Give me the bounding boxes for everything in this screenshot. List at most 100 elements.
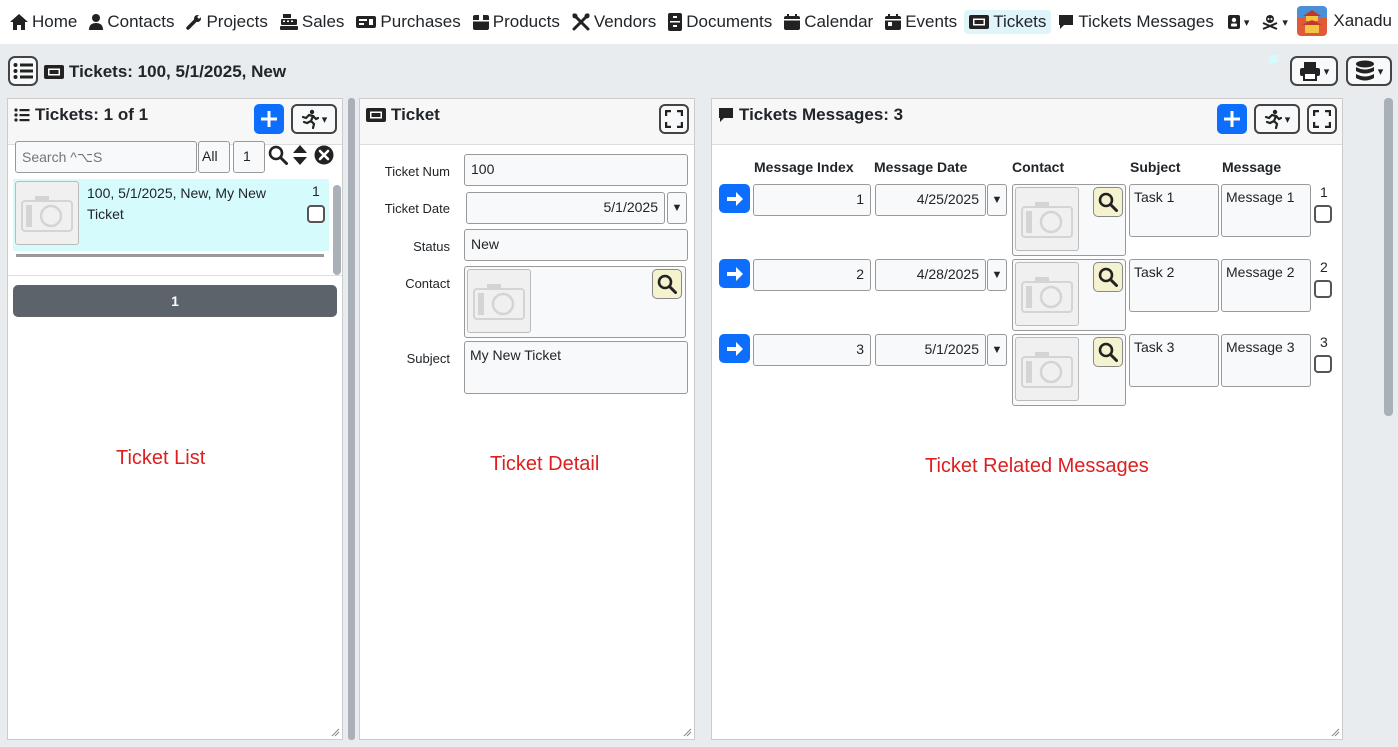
- list-item[interactable]: 100, 5/1/2025, New, My New Ticket 1: [13, 179, 329, 251]
- arrow-right-icon: [726, 341, 743, 356]
- plus-icon: [1224, 111, 1240, 127]
- message-subject-textarea[interactable]: Task 2: [1129, 259, 1219, 312]
- list-scrollbar[interactable]: [333, 185, 341, 275]
- nav-vendors[interactable]: Vendors: [567, 10, 661, 34]
- ticket-date-input[interactable]: 5/1/2025: [466, 192, 665, 224]
- message-date-input[interactable]: 4/28/2025: [875, 259, 986, 291]
- user-menu[interactable]: Xanadu: [1297, 6, 1392, 36]
- date-picker-button[interactable]: ▼: [987, 184, 1007, 216]
- message-text-textarea[interactable]: Message 1: [1221, 184, 1311, 237]
- search-icon: [1098, 342, 1118, 362]
- search-icon: [1098, 192, 1118, 212]
- message-contact-field[interactable]: [1012, 184, 1126, 256]
- page-size-input[interactable]: 1: [233, 141, 265, 173]
- message-row-checkbox[interactable]: [1314, 355, 1332, 373]
- database-menu-button[interactable]: ▾: [1346, 56, 1392, 86]
- page-title-text: Tickets: 100, 5/1/2025, New: [69, 62, 287, 81]
- add-ticket-button[interactable]: [254, 104, 284, 134]
- subject-label: Subject: [406, 351, 450, 366]
- nav-label: Home: [32, 12, 78, 31]
- message-subject-textarea[interactable]: Task 1: [1129, 184, 1219, 237]
- contact-field[interactable]: [464, 266, 686, 338]
- nav-label: Tickets: [993, 12, 1047, 31]
- list-item-checkbox[interactable]: [307, 205, 325, 223]
- sort-icon[interactable]: [293, 145, 307, 165]
- date-picker-button[interactable]: ▼: [987, 259, 1007, 291]
- message-date-input[interactable]: 4/25/2025: [875, 184, 986, 216]
- chevron-down-icon: ▾: [1243, 16, 1250, 29]
- message-row-checkbox[interactable]: [1314, 205, 1332, 223]
- cash-register-icon: [279, 14, 298, 30]
- contact-label: Contact: [405, 276, 450, 291]
- clear-search-icon[interactable]: [314, 145, 334, 165]
- nav-calendar[interactable]: Calendar: [779, 10, 878, 34]
- date-picker-button[interactable]: ▼: [667, 192, 687, 224]
- messages-actions-button[interactable]: ▾: [1254, 104, 1300, 134]
- message-index-input[interactable]: 2: [753, 259, 871, 291]
- nav-contacts[interactable]: Contacts: [84, 10, 179, 34]
- message-subject-textarea[interactable]: Task 3: [1129, 334, 1219, 387]
- admin-menu[interactable]: ▾: [1255, 10, 1294, 34]
- subject-textarea[interactable]: My New Ticket: [464, 341, 688, 394]
- message-contact-field[interactable]: [1012, 334, 1126, 406]
- open-message-button[interactable]: [719, 184, 750, 213]
- message-index-input[interactable]: 1: [753, 184, 871, 216]
- nav-sales[interactable]: Sales: [275, 10, 350, 34]
- print-menu-button[interactable]: ▾: [1290, 56, 1338, 86]
- camera-icon: [1021, 352, 1073, 388]
- contact-search-button[interactable]: [1093, 187, 1123, 217]
- pager-button-1[interactable]: 1: [13, 285, 337, 317]
- resize-handle[interactable]: [330, 727, 340, 737]
- open-message-button[interactable]: [719, 334, 750, 363]
- search-icon[interactable]: [268, 145, 288, 165]
- home-icon: [10, 14, 28, 30]
- nav-tickets-messages[interactable]: Tickets Messages: [1053, 10, 1218, 34]
- message-text-textarea[interactable]: Message 2: [1221, 259, 1311, 312]
- chevron-down-icon: ▼: [991, 344, 1003, 356]
- nav-home[interactable]: Home: [5, 10, 82, 34]
- add-message-button[interactable]: [1217, 104, 1247, 134]
- message-row-checkbox[interactable]: [1314, 280, 1332, 298]
- contact-photo: [1015, 187, 1079, 251]
- nav-documents[interactable]: Documents: [663, 10, 777, 34]
- ticket-num-input[interactable]: 100: [464, 154, 688, 186]
- message-index-input[interactable]: 3: [753, 334, 871, 366]
- list-actions-button[interactable]: ▾: [291, 104, 337, 134]
- filter-all-select[interactable]: All: [198, 141, 230, 173]
- search-input[interactable]: [15, 141, 197, 173]
- chevron-down-icon: ▼: [671, 202, 683, 214]
- open-message-button[interactable]: [719, 259, 750, 288]
- message-date-input[interactable]: 5/1/2025: [875, 334, 986, 366]
- money-check-icon: [356, 15, 377, 29]
- address-card-icon: [1227, 15, 1240, 29]
- column-header-subject: Subject: [1130, 159, 1181, 175]
- panel-splitter-left[interactable]: [348, 98, 355, 740]
- expand-icon: [665, 110, 683, 128]
- nav-events[interactable]: Events: [880, 10, 962, 34]
- page-scrollbar[interactable]: [1384, 98, 1393, 416]
- resize-handle[interactable]: [1330, 727, 1340, 737]
- contact-search-button[interactable]: [652, 269, 682, 299]
- expand-detail-button[interactable]: [659, 104, 689, 134]
- nav-purchases[interactable]: Purchases: [351, 10, 465, 34]
- nav-products[interactable]: Products: [468, 10, 565, 34]
- date-picker-button[interactable]: ▼: [987, 334, 1007, 366]
- list-icon: [13, 63, 33, 79]
- nav-label: Purchases: [380, 12, 461, 31]
- expand-messages-button[interactable]: [1307, 104, 1337, 134]
- toggle-list-button[interactable]: [8, 56, 38, 86]
- message-text-textarea[interactable]: Message 3: [1221, 334, 1311, 387]
- resize-handle[interactable]: [682, 727, 692, 737]
- nav-tickets[interactable]: Tickets: [964, 10, 1052, 34]
- column-header-message: Message: [1222, 159, 1282, 175]
- chevron-down-icon: ▼: [991, 194, 1003, 206]
- nav-label: Products: [492, 12, 560, 31]
- nav-projects[interactable]: Projects: [181, 10, 272, 34]
- status-dot: [1269, 55, 1277, 63]
- nav-label: Tickets Messages: [1078, 12, 1214, 31]
- message-contact-field[interactable]: [1012, 259, 1126, 331]
- contact-search-button[interactable]: [1093, 262, 1123, 292]
- contact-search-button[interactable]: [1093, 337, 1123, 367]
- status-input[interactable]: New: [464, 229, 688, 261]
- contacts-card-menu[interactable]: ▾: [1221, 10, 1256, 34]
